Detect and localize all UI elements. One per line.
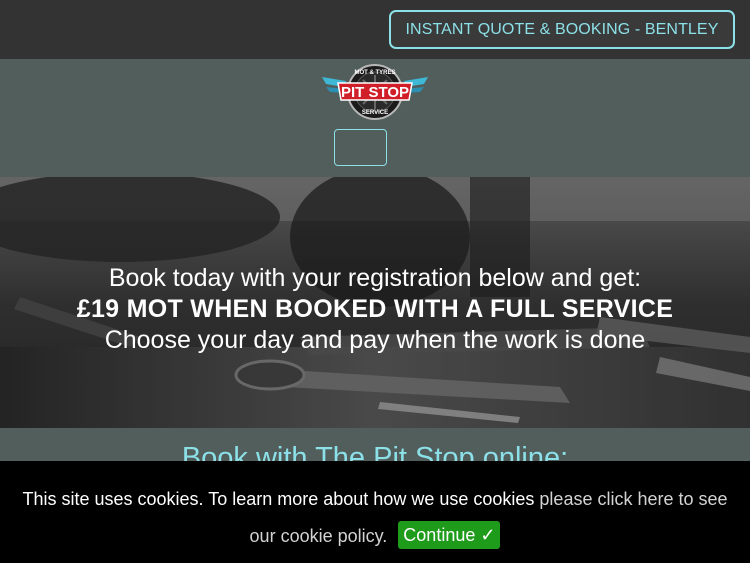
menu-toggle-button[interactable]: [334, 129, 387, 166]
cookie-banner: This site uses cookies. To learn more ab…: [0, 461, 750, 563]
hero-subtext: Choose your day and pay when the work is…: [104, 326, 646, 354]
site-header: PIT STOP MOT & TYRES SERVICE: [0, 59, 750, 177]
logo-main-text: PIT STOP: [341, 84, 409, 101]
cookie-message: This site uses cookies. To learn more ab…: [10, 481, 740, 555]
cookie-text: This site uses cookies. To learn more ab…: [22, 489, 535, 509]
logo-bottom-text: SERVICE: [362, 110, 388, 116]
hero-offer-text: £19 MOT WHEN BOOKED WITH A FULL SERVICE: [76, 295, 674, 323]
hero-text-block: Book today with your registration below …: [0, 263, 750, 356]
instant-quote-button[interactable]: INSTANT QUOTE & BOOKING - BENTLEY: [389, 10, 735, 49]
hero-intro-text: Book today with your registration below …: [108, 264, 642, 292]
logo-top-text: MOT & TYRES: [354, 70, 395, 76]
cookie-continue-button[interactable]: Continue ✓: [398, 521, 501, 550]
pit-stop-logo[interactable]: PIT STOP MOT & TYRES SERVICE: [316, 63, 434, 123]
hero-banner: Book today with your registration below …: [0, 177, 750, 428]
top-bar: INSTANT QUOTE & BOOKING - BENTLEY: [0, 0, 750, 59]
